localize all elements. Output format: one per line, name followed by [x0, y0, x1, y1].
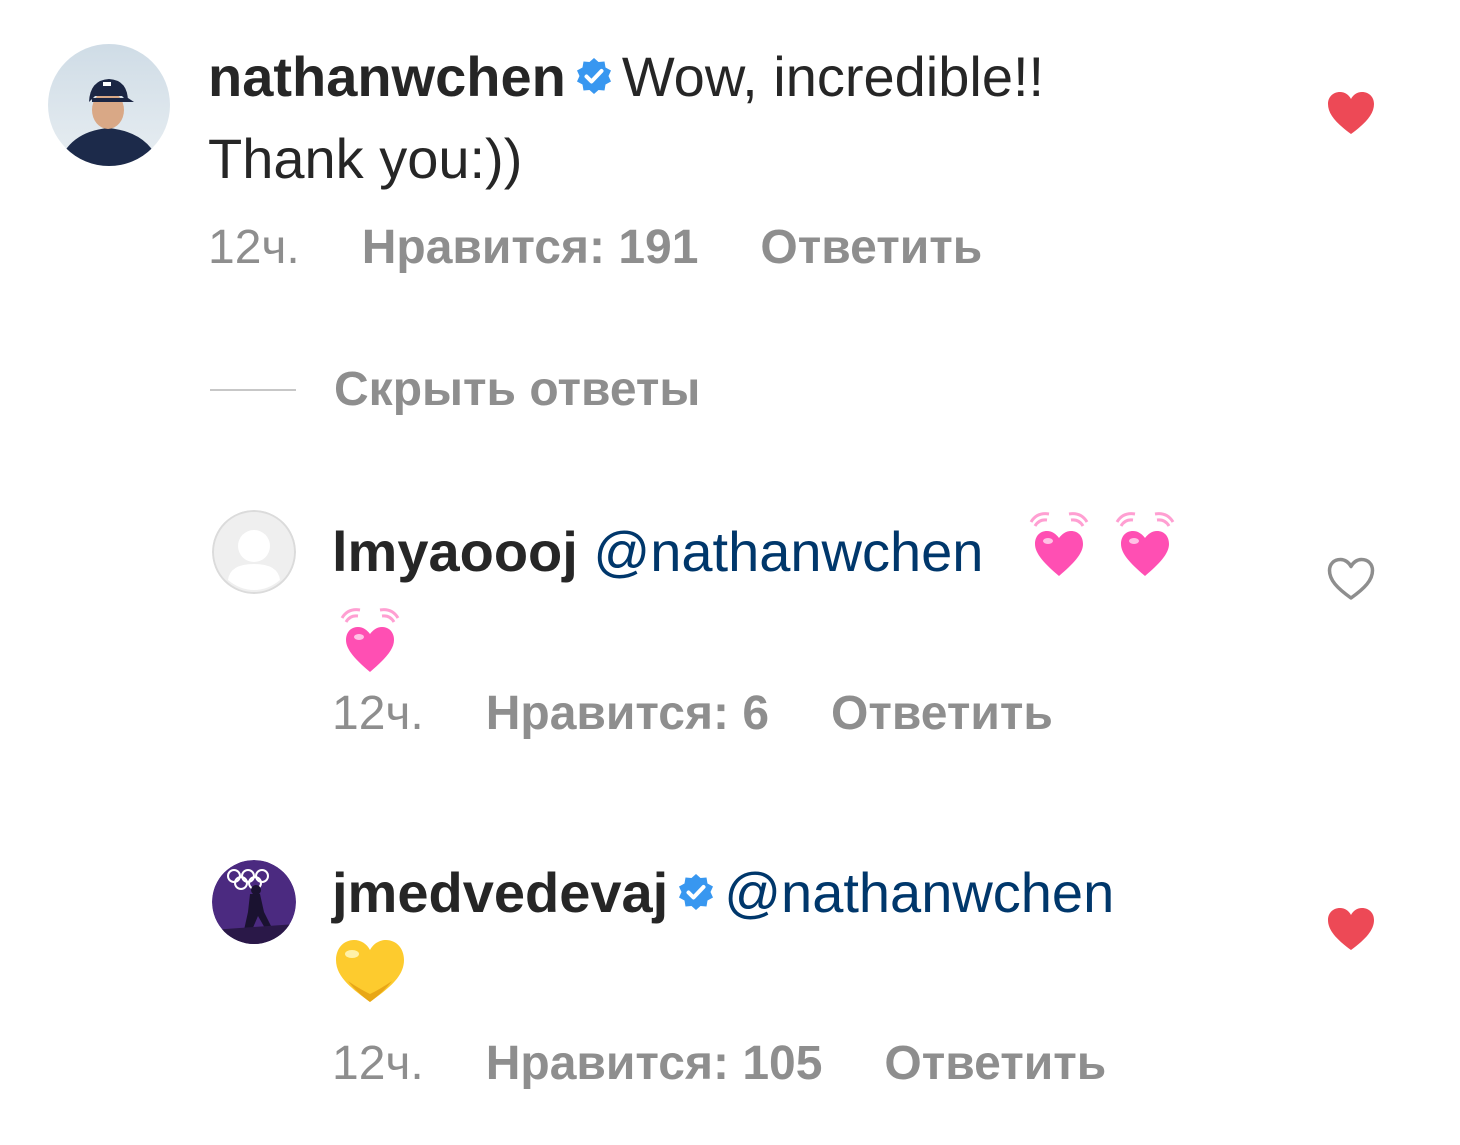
timestamp: 12ч. [208, 221, 300, 274]
reply-button[interactable]: Ответить [831, 686, 1053, 741]
mention-link[interactable]: @nathanwchen [593, 520, 983, 583]
yellow-heart-icon [332, 934, 408, 1024]
like-button[interactable] [1326, 906, 1376, 957]
timestamp: 12ч. [332, 687, 424, 740]
avatar[interactable] [212, 860, 296, 944]
heart-filled-icon [1328, 92, 1374, 134]
comment-text-line2: Thank you:)) [208, 127, 523, 191]
like-button[interactable] [1326, 90, 1376, 141]
verified-badge-icon [574, 40, 614, 114]
avatar[interactable] [48, 44, 170, 166]
comment-text: jmedvedevaj @nathanwchen [332, 856, 1272, 1034]
growing-heart-icon [1107, 506, 1183, 596]
hide-replies-label: Скрыть ответы [334, 363, 701, 416]
growing-heart-icon [1021, 506, 1097, 596]
heart-filled-icon [1328, 908, 1374, 950]
timestamp: 12ч. [332, 1037, 424, 1090]
reply-button[interactable]: Ответить [760, 220, 982, 275]
reply-button[interactable]: Ответить [884, 1036, 1106, 1091]
comment-nathanwchen: nathanwchen Wow, incredible!! Thank you:))… [0, 0, 1460, 300]
comment-meta: 12ч. Нравится: 191 Ответить [208, 220, 1044, 275]
reply-jmedvedevaj: jmedvedevaj @nathanwchen 12ч. Нравится: 10… [0, 830, 1460, 1130]
likes-count[interactable]: Нравится: 191 [362, 220, 699, 275]
heart-outline-icon [1327, 557, 1375, 600]
comment-meta: 12ч. Нравится: 105 Ответить [332, 1036, 1168, 1091]
comment-text: nathanwchen Wow, incredible!! Thank you:)) [208, 40, 1288, 196]
username[interactable]: lmyaoooj [332, 520, 578, 583]
likes-count[interactable]: Нравится: 105 [486, 1036, 823, 1091]
comment-text: lmyaoooj @nathanwchen [332, 506, 1272, 702]
likes-count[interactable]: Нравится: 6 [486, 686, 769, 741]
growing-heart-icon [332, 602, 408, 692]
verified-badge-icon [676, 856, 716, 930]
hide-replies-button[interactable]: Скрыть ответы [210, 362, 700, 417]
avatar[interactable] [212, 510, 296, 594]
username[interactable]: nathanwchen [208, 45, 566, 108]
divider [210, 388, 296, 391]
comment-text-line1: Wow, incredible!! [621, 45, 1045, 108]
mention-link[interactable]: @nathanwchen [724, 861, 1114, 924]
username[interactable]: jmedvedevaj [332, 861, 668, 924]
like-button[interactable] [1326, 556, 1376, 607]
reply-lmyaoooj: lmyaoooj @nathanwchen 12ч. Нравится: 6 Отв… [0, 480, 1460, 780]
comment-meta: 12ч. Нравится: 6 Ответить [332, 686, 1115, 741]
